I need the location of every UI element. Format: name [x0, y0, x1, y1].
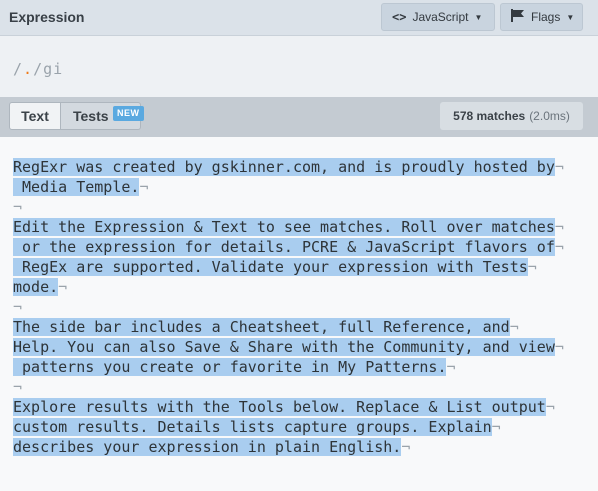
text-line[interactable]: or the expression for details. PCRE & Ja…	[13, 237, 564, 257]
newline-icon: ¬	[545, 398, 555, 416]
tab-text[interactable]: Text	[9, 102, 61, 130]
match-highlight: describes your expression in plain Engli…	[13, 438, 402, 456]
text-line[interactable]: Help. You can also Save & Share with the…	[13, 337, 564, 357]
chevron-down-icon: ▼	[474, 12, 483, 22]
text-line[interactable]: The side bar includes a Cheatsheet, full…	[13, 317, 519, 337]
text-line[interactable]: Explore results with the Tools below. Re…	[13, 397, 555, 417]
match-time: (2.0ms)	[529, 109, 570, 123]
expression-editor[interactable]: /./gi	[0, 36, 598, 97]
text-line[interactable]: custom results. Details lists capture gr…	[13, 417, 501, 437]
text-line[interactable]: RegExr was created by gskinner.com, and …	[13, 157, 564, 177]
flavor-label: JavaScript	[412, 10, 469, 24]
newline-icon: ¬	[13, 198, 23, 216]
match-highlight: custom results. Details lists capture gr…	[13, 418, 492, 436]
text-line[interactable]: Media Temple.¬	[13, 177, 148, 197]
newline-icon: ¬	[527, 258, 537, 276]
regex-open-delimiter: /	[13, 60, 24, 78]
newline-icon: ¬	[509, 318, 519, 336]
text-line[interactable]: Edit the Expression & Text to see matche…	[13, 217, 564, 237]
flags-label: Flags	[531, 10, 561, 24]
match-count-badge: 578 matches (2.0ms)	[440, 102, 583, 130]
regex-close-delimiter: /	[33, 60, 44, 78]
text-tabbar: Text Tests NEW 578 matches (2.0ms)	[0, 97, 598, 137]
text-line[interactable]: RegEx are supported. Validate your expre…	[13, 257, 537, 277]
text-editor[interactable]: RegExr was created by gskinner.com, and …	[0, 137, 598, 491]
flags-button[interactable]: Flags ▼	[500, 3, 583, 31]
newline-icon: ¬	[491, 418, 501, 436]
regex-expression[interactable]: /./gi	[13, 60, 63, 78]
newline-icon: ¬	[554, 158, 564, 176]
newline-icon: ¬	[554, 218, 564, 236]
match-highlight: The side bar includes a Cheatsheet, full…	[13, 318, 510, 336]
match-highlight: mode.	[13, 278, 59, 296]
chevron-down-icon: ▼	[566, 12, 575, 22]
regex-flags: gi	[43, 60, 64, 78]
text-line[interactable]: describes your expression in plain Engli…	[13, 437, 410, 457]
newline-icon: ¬	[446, 358, 456, 376]
flag-icon	[511, 9, 525, 25]
newline-icon: ¬	[401, 438, 411, 456]
match-highlight: patterns you create or favorite in My Pa…	[13, 358, 447, 376]
match-count: 578 matches	[453, 109, 526, 123]
match-highlight: RegExr was created by gskinner.com, and …	[13, 158, 555, 176]
match-highlight: or the expression for details. PCRE & Ja…	[13, 238, 555, 256]
newline-icon: ¬	[13, 378, 23, 396]
newline-icon: ¬	[554, 338, 564, 356]
match-highlight: RegEx are supported. Validate your expre…	[13, 258, 528, 276]
newline-icon: ¬	[554, 238, 564, 256]
match-highlight: Media Temple.	[13, 178, 140, 196]
regex-pattern[interactable]: .	[23, 60, 33, 78]
new-badge: NEW	[113, 106, 144, 121]
match-highlight: Edit the Expression & Text to see matche…	[13, 218, 555, 236]
text-line[interactable]: ¬	[13, 197, 22, 217]
expression-title: Expression	[9, 9, 85, 25]
code-icon: <>	[392, 10, 407, 24]
newline-icon: ¬	[139, 178, 149, 196]
text-line[interactable]: mode.¬	[13, 277, 67, 297]
match-highlight: Explore results with the Tools below. Re…	[13, 398, 546, 416]
text-line[interactable]: ¬	[13, 377, 22, 397]
newline-icon: ¬	[58, 278, 68, 296]
text-line[interactable]: ¬	[13, 297, 22, 317]
newline-icon: ¬	[13, 298, 23, 316]
match-highlight: Help. You can also Save & Share with the…	[13, 338, 555, 356]
flavor-button[interactable]: <> JavaScript ▼	[381, 3, 495, 31]
expression-header: Expression <> JavaScript ▼ Flags ▼	[0, 0, 598, 36]
text-line[interactable]: patterns you create or favorite in My Pa…	[13, 357, 456, 377]
